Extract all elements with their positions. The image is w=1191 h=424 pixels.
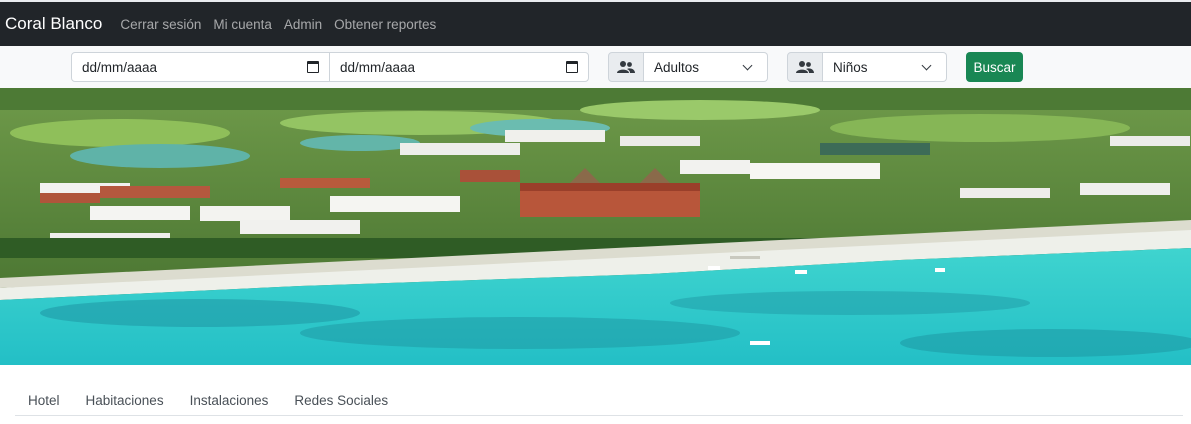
children-group: Niños (787, 52, 947, 82)
adults-select-value: Adultos (654, 59, 700, 75)
calendar-icon[interactable] (307, 61, 319, 73)
tab-habitaciones[interactable]: Habitaciones (73, 385, 177, 415)
resort-hero-image (0, 88, 1191, 365)
children-select[interactable]: Niños (823, 52, 947, 82)
tab-redes-sociales[interactable]: Redes Sociales (281, 385, 401, 415)
calendar-icon[interactable] (566, 61, 578, 73)
checkin-date-input[interactable]: dd/mm/aaaa (71, 52, 330, 82)
people-icon (787, 52, 823, 82)
chevron-down-icon (921, 60, 932, 70)
brand-logo-text[interactable]: Coral Blanco (5, 14, 102, 34)
tab-hotel[interactable]: Hotel (15, 385, 73, 415)
checkin-date-placeholder: dd/mm/aaaa (82, 59, 158, 75)
children-select-value: Niños (833, 59, 868, 75)
people-icon (608, 52, 644, 82)
nav-link-logout[interactable]: Cerrar sesión (120, 17, 201, 32)
search-button[interactable]: Buscar (966, 52, 1023, 82)
checkout-date-input[interactable]: dd/mm/aaaa (329, 52, 589, 82)
search-bar: dd/mm/aaaa dd/mm/aaaa Adultos Niños Busc… (0, 46, 1191, 88)
tab-instalaciones[interactable]: Instalaciones (177, 385, 282, 415)
adults-select[interactable]: Adultos (644, 52, 768, 82)
adults-group: Adultos (608, 52, 768, 82)
info-tabs: Hotel Habitaciones Instalaciones Redes S… (15, 385, 1183, 416)
nav-link-admin[interactable]: Admin (284, 17, 322, 32)
checkout-date-placeholder: dd/mm/aaaa (340, 59, 416, 75)
nav-link-reports[interactable]: Obtener reportes (334, 17, 436, 32)
nav-link-my-account[interactable]: Mi cuenta (213, 17, 272, 32)
chevron-down-icon (742, 60, 753, 70)
top-navbar: Coral Blanco Cerrar sesión Mi cuenta Adm… (0, 0, 1191, 46)
